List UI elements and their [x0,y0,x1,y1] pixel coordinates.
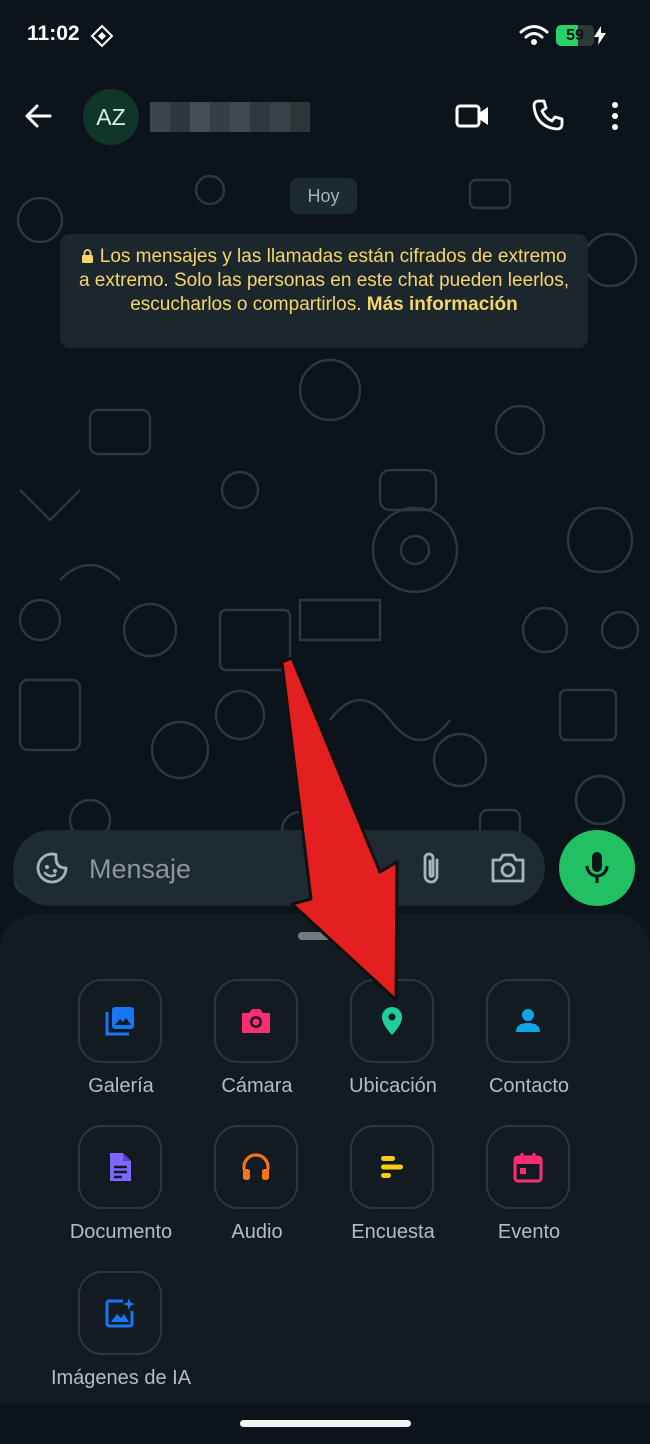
attach-option-event[interactable]: Evento [469,1125,589,1263]
more-options-icon[interactable] [606,100,624,132]
notification-icon [90,24,114,48]
attach-option-audio[interactable]: Audio [197,1125,317,1263]
encryption-notice[interactable]: Los mensajes y las llamadas están cifrad… [60,234,588,348]
message-box[interactable]: Mensaje [13,830,545,906]
date-chip: Hoy [290,178,357,214]
voice-call-icon[interactable] [531,98,565,132]
battery-indicator: 59 [556,25,594,46]
gallery-icon [105,1007,134,1036]
voice-message-button[interactable] [559,830,635,906]
document-button[interactable] [78,1125,162,1209]
ai-images-button[interactable] [78,1271,162,1355]
poll-icon [381,1156,403,1178]
attach-option-camera[interactable]: Cámara [197,979,317,1117]
back-arrow-icon[interactable] [22,100,54,132]
lock-icon [82,249,94,263]
sticker-icon[interactable] [35,851,69,885]
document-icon [110,1153,131,1181]
ai-images-label: Imágenes de IA [50,1367,192,1389]
camera-icon [242,1009,270,1033]
home-gesture-handle[interactable] [240,1420,411,1427]
location-icon [382,1007,402,1035]
attach-option-gallery[interactable]: Galería [61,979,181,1117]
status-bar: 11:02 59 [0,0,650,70]
event-button[interactable] [486,1125,570,1209]
attach-option-poll[interactable]: Encuesta [333,1125,453,1263]
wifi-icon [519,25,549,45]
chat-header: AZ [0,70,650,161]
contact-button[interactable] [486,979,570,1063]
attach-option-ai-images[interactable]: Imágenes de IA [51,1271,191,1409]
charging-icon [594,26,606,45]
clock: 11:02 [27,22,80,45]
avatar[interactable]: AZ [83,89,139,145]
ai-images-icon [105,1298,135,1328]
gallery-button[interactable] [78,979,162,1063]
more-info-link[interactable]: Más información [367,294,518,315]
audio-icon [242,1153,270,1180]
event-icon [513,1153,543,1183]
poll-button[interactable] [350,1125,434,1209]
attach-option-location[interactable]: Ubicación [333,979,453,1117]
chat-area[interactable]: Hoy Los mensajes y las llamadas están ci… [0,160,650,915]
video-call-icon[interactable] [455,98,491,134]
contact-name-obscured[interactable] [150,102,310,132]
attach-option-document[interactable]: Documento [61,1125,181,1263]
audio-button[interactable] [214,1125,298,1209]
attach-sheet: Galería Cámara Ubicación Contacto Docume… [0,914,650,1406]
camera-button[interactable] [214,979,298,1063]
attach-option-contact[interactable]: Contacto [469,979,589,1117]
microphone-icon [585,852,609,883]
sheet-drag-handle[interactable] [298,932,352,940]
message-input[interactable]: Mensaje [89,849,369,889]
location-button[interactable] [350,979,434,1063]
contact-icon [516,1009,540,1032]
composer: Mensaje [0,830,650,910]
contact-label: Contacto [488,1075,570,1097]
battery-level: 59 [566,27,584,44]
event-label: Evento [497,1221,561,1243]
paperclip-icon[interactable] [415,850,449,886]
camera-icon[interactable] [489,851,527,885]
